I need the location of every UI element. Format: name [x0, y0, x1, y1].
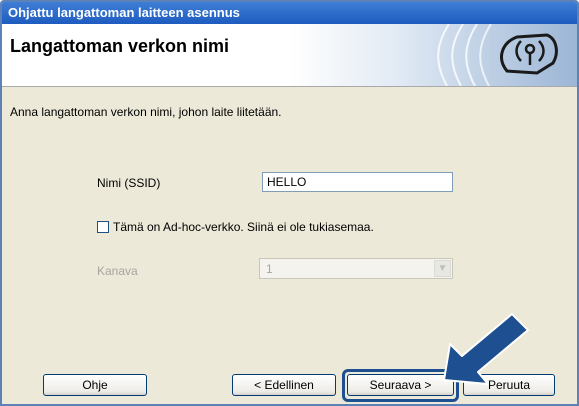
channel-select-value: 1: [266, 262, 273, 276]
pointer-arrow-icon: [443, 313, 529, 385]
wireless-antenna-icon: [500, 33, 558, 75]
chevron-down-icon: ▼: [434, 260, 451, 277]
ssid-input[interactable]: [262, 172, 453, 192]
ssid-label: Nimi (SSID): [97, 176, 161, 190]
page-header: Langattoman verkon nimi: [2, 24, 577, 87]
wizard-window: Ohjattu langattoman laitteen asennus Lan…: [0, 0, 579, 406]
adhoc-checkbox[interactable]: [97, 221, 109, 233]
channel-label: Kanava: [97, 264, 138, 278]
instruction-text: Anna langattoman verkon nimi, johon lait…: [10, 105, 282, 119]
page-title: Langattoman verkon nimi: [10, 36, 230, 56]
window-titlebar: Ohjattu langattoman laitteen asennus: [2, 2, 577, 24]
back-button[interactable]: < Edellinen: [232, 374, 336, 396]
channel-select: 1 ▼: [259, 258, 453, 279]
adhoc-checkbox-label[interactable]: Tämä on Ad-hoc-verkko. Siinä ei ole tuki…: [113, 220, 374, 234]
help-button[interactable]: Ohje: [43, 374, 147, 396]
